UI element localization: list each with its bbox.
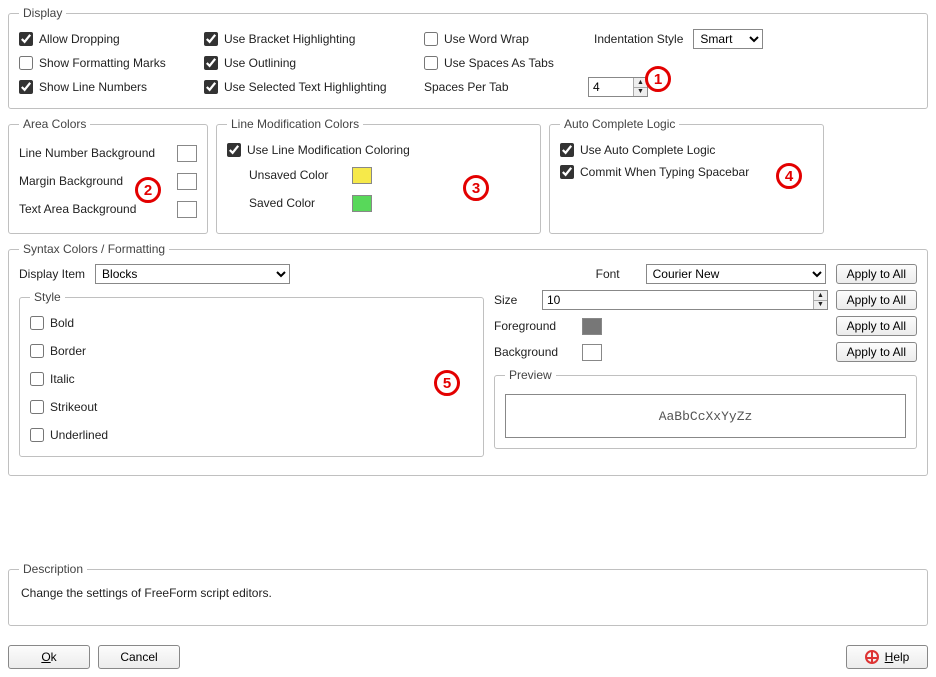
style-group: Style Bold Border Italic Strikeout Under… [19,290,484,457]
stepper-up-icon: ▲ [814,291,826,301]
line-mod-legend: Line Modification Colors [227,117,363,131]
help-button[interactable]: Help [846,645,928,669]
background-label: Background [494,345,574,359]
text-area-bg-label: Text Area Background [19,202,136,216]
line-mod-colors-group: Line Modification Colors Use Line Modifi… [216,117,541,234]
commit-spacebar-checkbox[interactable]: Commit When Typing Spacebar [560,161,749,183]
allow-dropping-checkbox[interactable]: Allow Dropping [19,28,194,50]
line-number-bg-label: Line Number Background [19,146,155,160]
background-swatch[interactable] [582,344,602,361]
annotation-5: 5 [434,370,460,396]
foreground-label: Foreground [494,319,574,333]
italic-checkbox[interactable]: Italic [30,368,75,390]
description-group: Description Change the settings of FreeF… [8,562,928,626]
use-outlining-checkbox[interactable]: Use Outlining [204,52,414,74]
display-item-select[interactable]: Blocks [95,264,290,284]
margin-bg-swatch[interactable] [177,173,197,190]
cancel-button[interactable]: Cancel [98,645,180,669]
preview-box: AaBbCcXxYyZz [505,394,906,438]
use-line-mod-coloring-checkbox[interactable]: Use Line Modification Coloring [227,139,410,161]
fg-apply-all-button[interactable]: Apply to All [836,316,917,336]
use-selected-text-highlighting-checkbox[interactable]: Use Selected Text Highlighting [204,76,414,98]
strikeout-checkbox[interactable]: Strikeout [30,396,97,418]
area-colors-legend: Area Colors [19,117,90,131]
show-line-numbers-checkbox[interactable]: Show Line Numbers [19,76,194,98]
line-number-bg-swatch[interactable] [177,145,197,162]
use-word-wrap-checkbox[interactable]: Use Word Wrap [424,28,584,50]
stepper-down-icon: ▼ [814,301,826,310]
spaces-per-tab-stepper[interactable]: ▲▼ [588,77,648,97]
underlined-checkbox[interactable]: Underlined [30,424,108,446]
foreground-swatch[interactable] [582,318,602,335]
display-item-label: Display Item [19,267,85,281]
syntax-colors-group: Syntax Colors / Formatting Display Item … [8,242,928,476]
life-ring-icon [865,650,879,664]
unsaved-color-label: Unsaved Color [249,168,334,182]
font-apply-all-button[interactable]: Apply to All [836,264,917,284]
stepper-down-icon: ▼ [634,88,647,97]
use-bracket-highlighting-checkbox[interactable]: Use Bracket Highlighting [204,28,414,50]
description-legend: Description [19,562,87,576]
font-select[interactable]: Courier New [646,264,826,284]
preview-legend: Preview [505,368,556,382]
stepper-up-icon: ▲ [634,78,647,88]
bold-checkbox[interactable]: Bold [30,312,74,334]
syntax-legend: Syntax Colors / Formatting [19,242,169,256]
size-apply-all-button[interactable]: Apply to All [836,290,917,310]
style-legend: Style [30,290,65,304]
description-text: Change the settings of FreeForm script e… [19,584,917,602]
indentation-style-select[interactable]: Smart [693,29,763,49]
saved-color-swatch[interactable] [352,195,372,212]
spaces-per-tab-label: Spaces Per Tab [424,80,509,94]
ok-button[interactable]: Ok [8,645,90,669]
preview-group: Preview AaBbCcXxYyZz [494,368,917,449]
size-label: Size [494,293,534,307]
unsaved-color-swatch[interactable] [352,167,372,184]
saved-color-label: Saved Color [249,196,334,210]
auto-complete-legend: Auto Complete Logic [560,117,679,131]
display-group: Display Allow Dropping Use Bracket Highl… [8,6,928,109]
auto-complete-group: Auto Complete Logic Use Auto Complete Lo… [549,117,824,234]
indentation-style-label: Indentation Style [594,32,683,46]
border-checkbox[interactable]: Border [30,340,86,362]
use-auto-complete-checkbox[interactable]: Use Auto Complete Logic [560,139,715,161]
use-spaces-as-tabs-checkbox[interactable]: Use Spaces As Tabs [424,52,584,74]
font-label: Font [596,267,636,281]
margin-bg-label: Margin Background [19,174,123,188]
display-legend: Display [19,6,66,20]
show-formatting-marks-checkbox[interactable]: Show Formatting Marks [19,52,194,74]
area-colors-group: Area Colors Line Number Background Margi… [8,117,208,234]
text-area-bg-swatch[interactable] [177,201,197,218]
size-stepper[interactable]: ▲▼ [542,290,828,310]
bg-apply-all-button[interactable]: Apply to All [836,342,917,362]
annotation-4: 4 [776,163,802,189]
